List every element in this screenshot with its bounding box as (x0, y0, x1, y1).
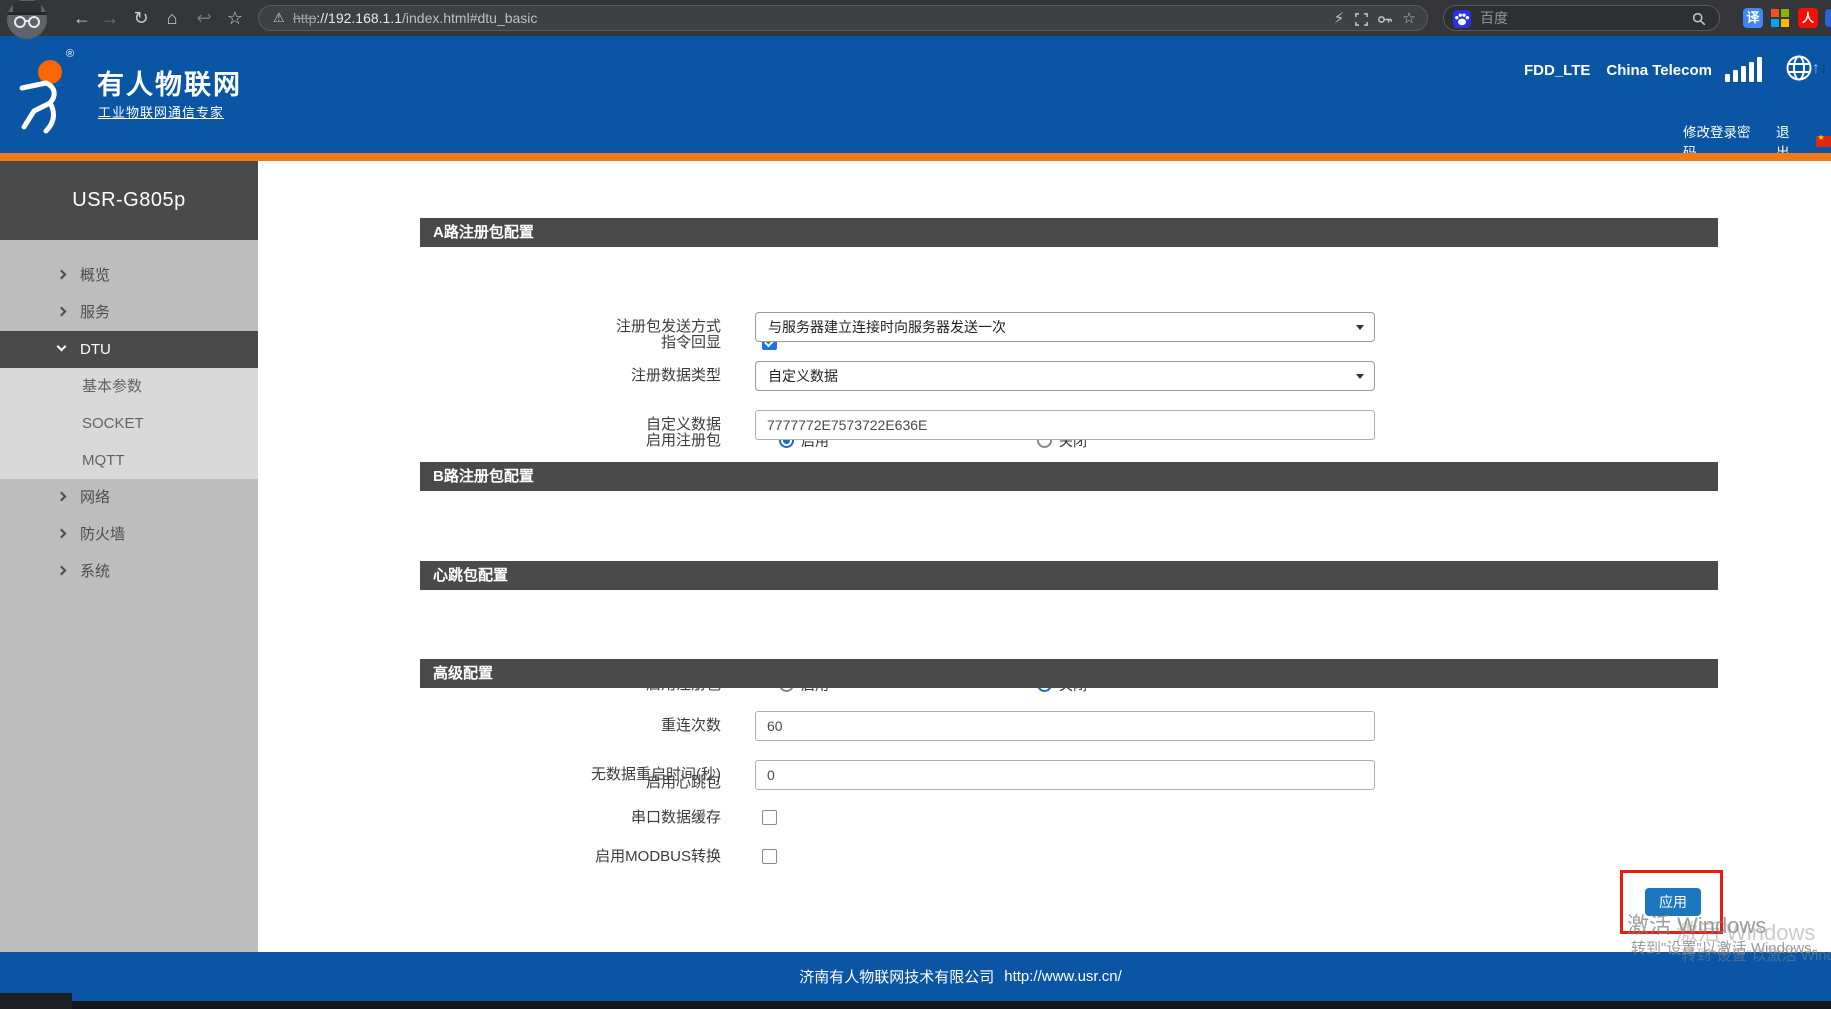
search-icon[interactable] (1692, 12, 1706, 26)
chevron-right-icon (57, 492, 67, 502)
incognito-profile-icon[interactable] (5, 0, 49, 39)
url-text[interactable]: http://192.168.1.1/index.html#dtu_basic (293, 6, 537, 30)
row-custom-data: 自定义数据 (258, 410, 1831, 440)
url-scheme: http (293, 10, 316, 26)
footer-website[interactable]: http://www.usr.cn/ (1004, 968, 1122, 985)
dropdown-caret-icon (1356, 374, 1364, 379)
reconnect-count-input[interactable] (755, 711, 1375, 741)
lightning-icon[interactable]: ⚡ (1329, 6, 1349, 32)
undo-icon[interactable]: ↩ (192, 0, 216, 36)
chevron-right-icon (57, 566, 67, 576)
sidebar-item-overview[interactable]: 概览 (0, 257, 258, 294)
app-header: ® 有人物联网 工业物联网通信专家 FDD_LTE China Telecom … (0, 36, 1831, 153)
section-header-advanced: 高级配置 (420, 659, 1718, 688)
field-label: 无数据重启时间(秒) (258, 760, 721, 790)
chevron-right-icon (57, 307, 67, 317)
row-modbus: 启用MODBUS转换 (258, 846, 1831, 868)
sidebar-item-network[interactable]: 网络 (0, 479, 258, 516)
field-label: 重连次数 (258, 711, 721, 741)
url-path: /index.html#dtu_basic (402, 10, 537, 26)
translate-extension-icon[interactable]: 译 (1743, 8, 1763, 28)
scan-frame-icon[interactable] (1354, 12, 1369, 27)
traffic-arrows-icon: ↑↓ (1812, 60, 1828, 78)
taskbar-corner-fragment (0, 993, 72, 1009)
dropdown-caret-icon (1356, 325, 1364, 330)
network-type: FDD_LTE (1524, 62, 1590, 79)
reload-icon[interactable]: ↻ (129, 0, 153, 36)
sidebar: USR-G805p 概览 服务 DTU 基本参数 SOCKET MQTT 网络 … (0, 161, 258, 952)
device-model: USR-G805p (0, 161, 258, 240)
select-reg-send-mode[interactable]: 与服务器建立连接时向服务器发送一次 (755, 312, 1375, 342)
not-secure-warning-icon[interactable]: ⚠ (273, 6, 285, 30)
brand-title: 有人物联网 (97, 63, 242, 102)
sidebar-item-services[interactable]: 服务 (0, 294, 258, 331)
microsoft-extension-icon[interactable] (1771, 9, 1789, 27)
bottom-edge-strip (0, 1001, 1831, 1009)
row-serial-cache: 串口数据缓存 (258, 807, 1831, 829)
row-no-data-restart: 无数据重启时间(秒) (258, 760, 1831, 790)
custom-data-input[interactable] (755, 410, 1375, 440)
save-star-icon[interactable]: ☆ (1399, 6, 1419, 32)
carrier-name: China Telecom (1606, 62, 1712, 79)
globe-traffic-icon (1785, 54, 1813, 82)
row-reconnect-count: 重连次数 (258, 711, 1831, 741)
row-reg-data-type: 注册数据类型 自定义数据 (258, 361, 1831, 391)
page-footer: 济南有人物联网技术有限公司 http://www.usr.cn/ (0, 952, 1831, 1001)
registered-mark: ® (66, 48, 74, 60)
field-label: 注册数据类型 (258, 361, 721, 391)
modbus-checkbox[interactable] (762, 849, 777, 864)
section-header-reg-a: A路注册包配置 (420, 218, 1718, 247)
address-bar[interactable]: ⚠ http://192.168.1.1/index.html#dtu_basi… (258, 5, 1428, 31)
home-icon[interactable]: ⌂ (160, 0, 184, 36)
orange-divider (0, 153, 1831, 161)
toolbar-search-box[interactable]: 百度 (1443, 5, 1720, 31)
field-label: 串口数据缓存 (258, 807, 721, 829)
chevron-right-icon (57, 529, 67, 539)
back-icon[interactable]: ← (70, 0, 94, 36)
sidebar-item-dtu[interactable]: DTU (0, 331, 258, 368)
sidebar-item-mqtt[interactable]: MQTT (0, 442, 258, 479)
usr-runner-logo (12, 50, 84, 142)
no-data-restart-input[interactable] (755, 760, 1375, 790)
search-placeholder: 百度 (1480, 6, 1508, 30)
dtu-basic-form: 指令回显 A路注册包配置 启用注册包 启用 关闭 注册包发送方式 与服务器建立连… (258, 161, 1831, 952)
bookmark-star-icon[interactable]: ☆ (223, 0, 247, 36)
red-annotation-box (1620, 870, 1723, 934)
clipped-extension-icon[interactable] (1825, 9, 1831, 27)
brand-tagline: 工业物联网通信专家 (98, 102, 224, 121)
section-header-heartbeat: 心跳包配置 (420, 561, 1718, 590)
forward-icon[interactable]: → (98, 0, 122, 36)
network-status: FDD_LTE China Telecom (1524, 62, 1712, 79)
chevron-down-icon (57, 342, 67, 352)
url-host: ://192.168.1.1 (316, 10, 402, 26)
baidu-paw-icon (1453, 10, 1471, 28)
sidebar-item-system[interactable]: 系统 (0, 553, 258, 590)
page: ← → ↻ ⌂ ↩ ☆ ⚠ http://192.168.1.1/index.h… (0, 0, 1831, 1009)
sidebar-item-basic-params[interactable]: 基本参数 (0, 368, 258, 405)
sidebar-item-socket[interactable]: SOCKET (0, 405, 258, 442)
pdf-extension-icon[interactable]: 人 (1798, 8, 1818, 28)
signal-strength-icon (1725, 56, 1762, 82)
serial-cache-checkbox[interactable] (762, 810, 777, 825)
browser-toolbar: ← → ↻ ⌂ ↩ ☆ ⚠ http://192.168.1.1/index.h… (0, 0, 1831, 36)
select-reg-data-type[interactable]: 自定义数据 (755, 361, 1375, 391)
sidebar-item-firewall[interactable]: 防火墙 (0, 516, 258, 553)
field-label: 注册包发送方式 (258, 312, 721, 342)
section-header-reg-b: B路注册包配置 (420, 462, 1718, 491)
field-label: 自定义数据 (258, 410, 721, 440)
language-flag-icon[interactable]: ★ (1816, 136, 1831, 147)
key-icon[interactable] (1377, 12, 1393, 27)
chevron-right-icon (57, 270, 67, 280)
row-reg-send-mode: 注册包发送方式 与服务器建立连接时向服务器发送一次 (258, 312, 1831, 342)
footer-company: 济南有人物联网技术有限公司 (799, 966, 994, 987)
field-label: 启用MODBUS转换 (258, 846, 721, 868)
